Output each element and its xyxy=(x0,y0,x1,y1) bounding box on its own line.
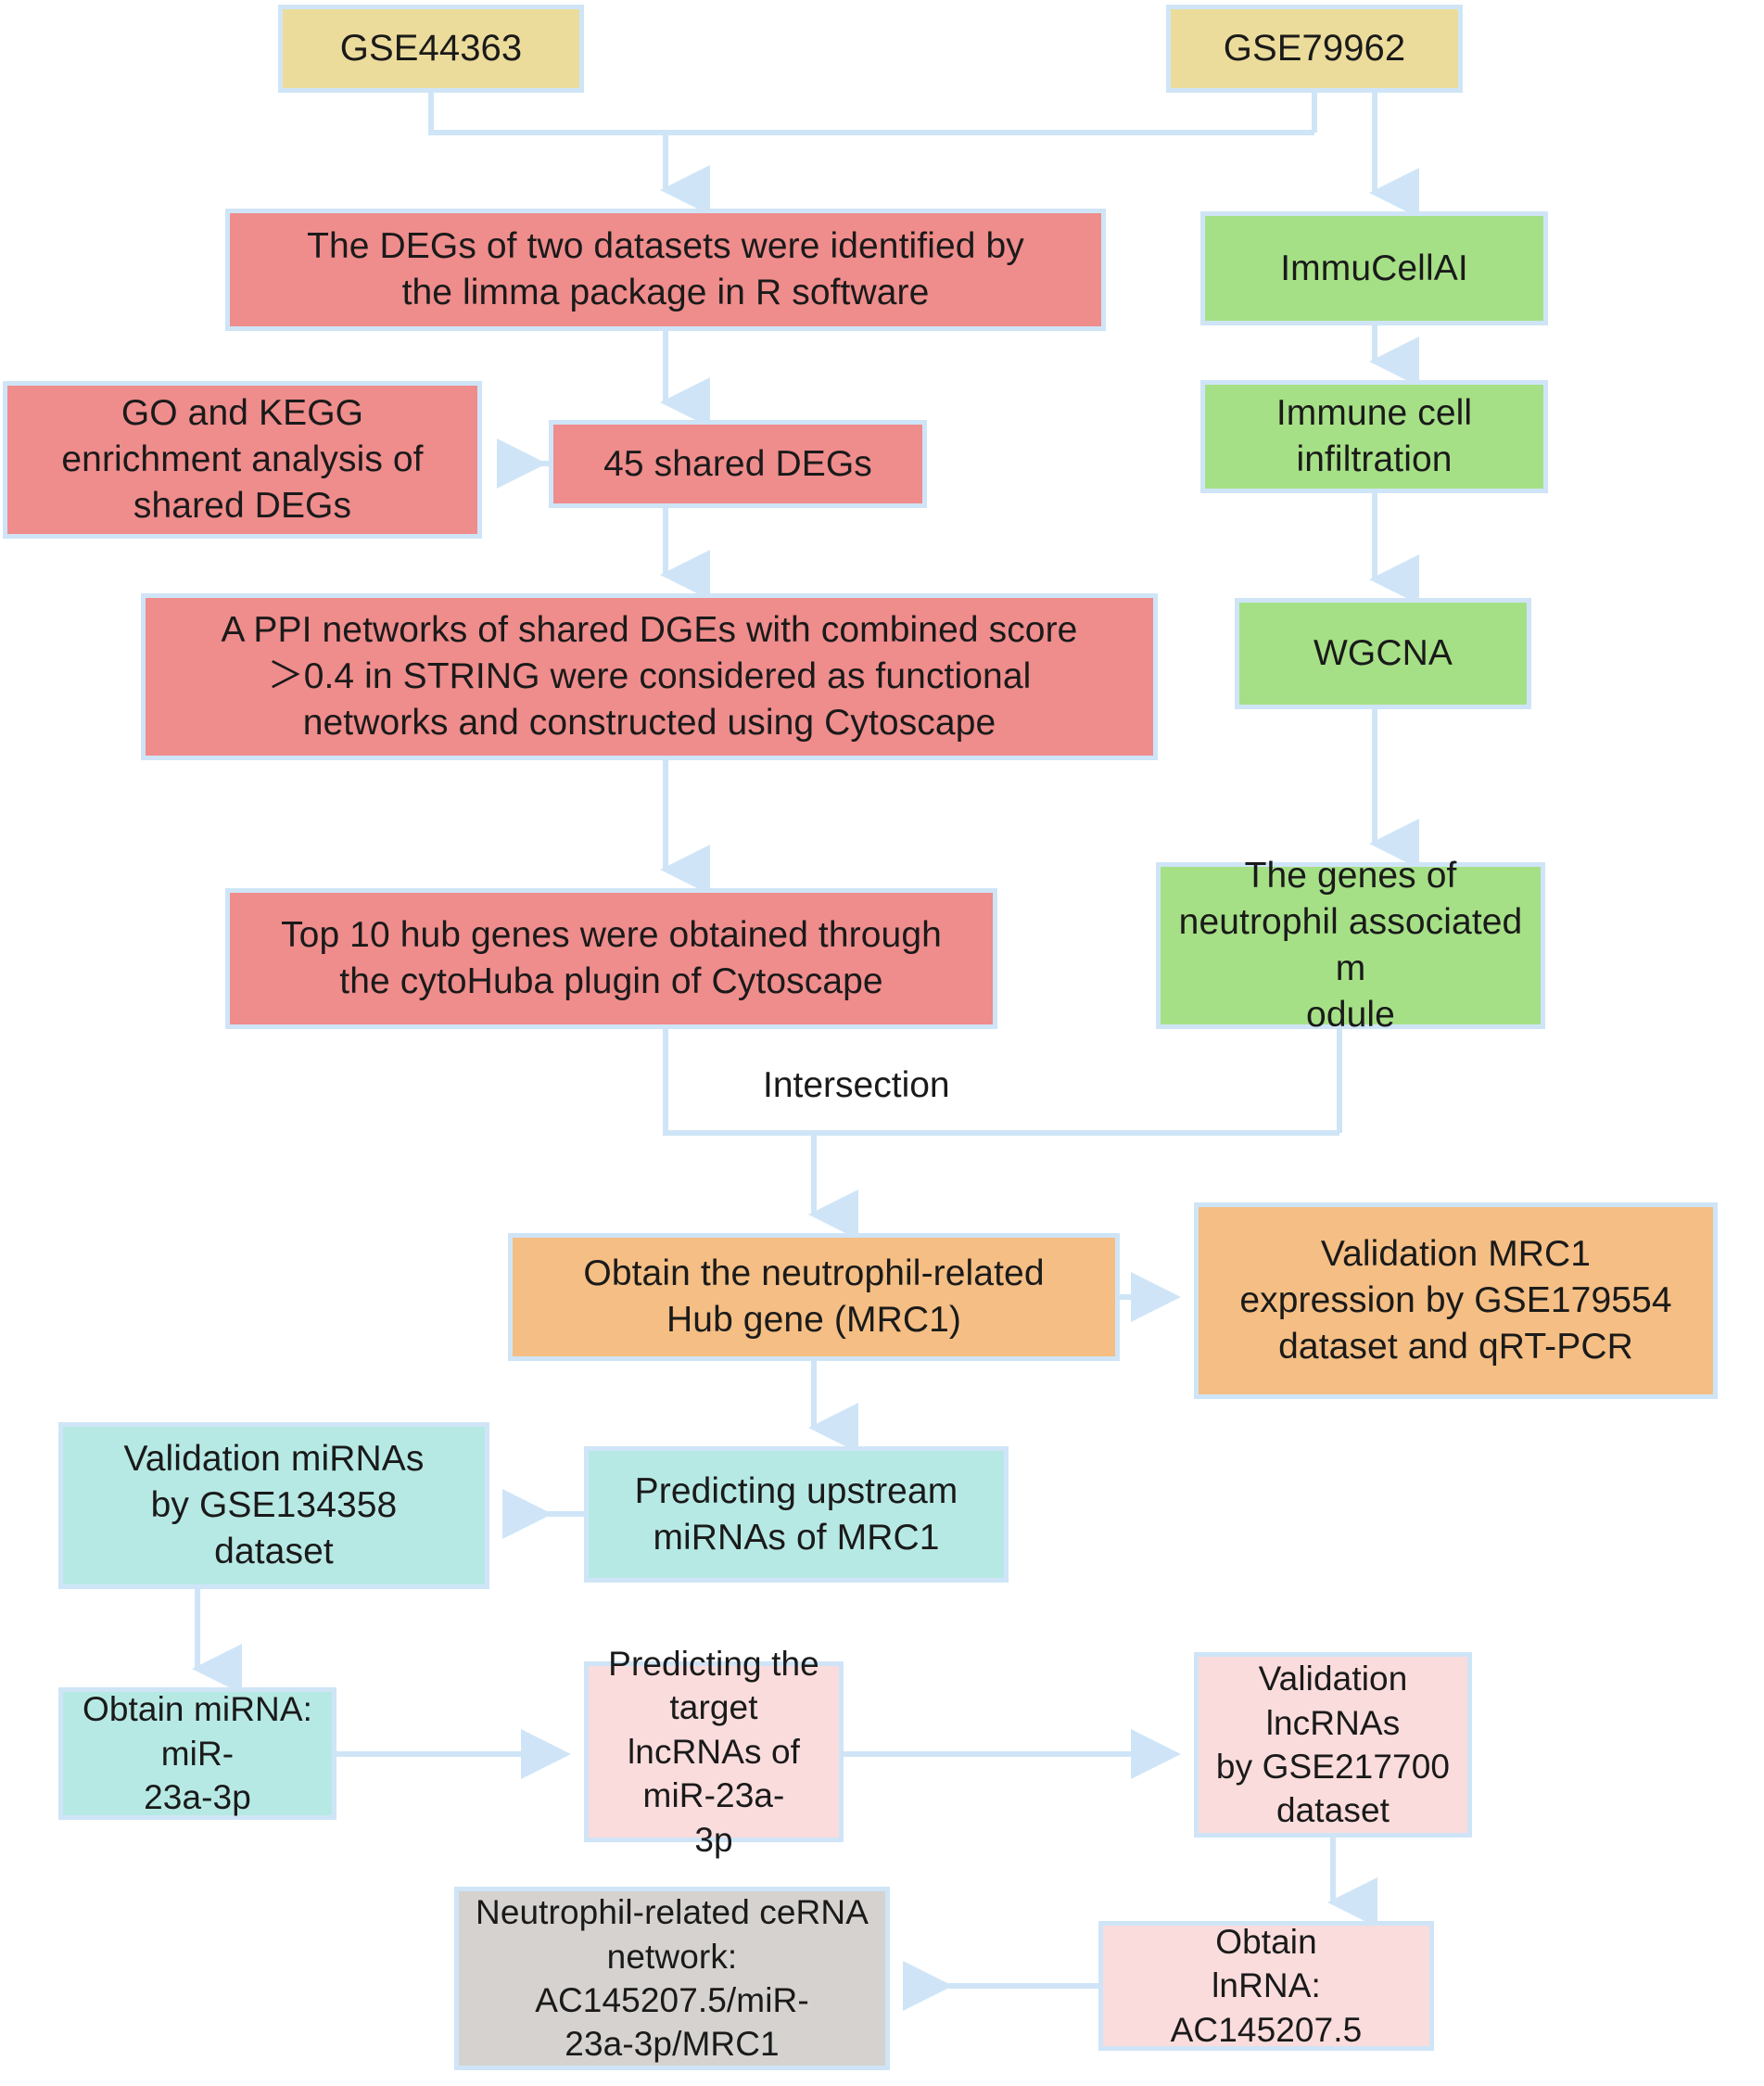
node-ppi[interactable]: A PPI networks of shared DGEs with combi… xyxy=(141,593,1158,760)
node-label-hubmrc1: Obtain the neutrophil-related Hub gene (… xyxy=(583,1253,1045,1340)
flowchart-canvas: GSE44363 GSE79962 The DEGs of two datasets… xyxy=(0,0,1764,2086)
node-wgcna[interactable]: WGCNA xyxy=(1235,598,1531,709)
node-label-cernanet: Neutrophil-related ceRNA network: AC1452… xyxy=(476,1893,869,2064)
node-label-immucellai: ImmuCellAI xyxy=(1280,248,1468,288)
node-immunecell[interactable]: Immune cell infiltration xyxy=(1200,380,1548,493)
node-label-immunecell: Immune cell infiltration xyxy=(1275,393,1473,479)
node-neutmodule[interactable]: The genes of neutrophil associated m odu… xyxy=(1156,856,1545,1035)
node-cernanet[interactable]: Neutrophil-related ceRNA network: AC1452… xyxy=(454,1887,890,2070)
node-gse79962[interactable]: GSE79962 xyxy=(1166,5,1463,93)
node-label-predlncrna: Predicting the target lncRNAs of miR-23a… xyxy=(608,1645,819,1859)
node-label-wgcna: WGCNA xyxy=(1313,633,1453,674)
node-label-shareddegs: 45 shared DEGs xyxy=(603,443,872,484)
node-obtmirna[interactable]: Obtain miRNA: miR- 23a-3p xyxy=(58,1687,336,1820)
node-label-obtmirna: Obtain miRNA: miR- 23a-3p xyxy=(82,1690,313,1817)
node-predlncrna[interactable]: Predicting the target lncRNAs of miR-23a… xyxy=(584,1645,844,1859)
node-gokegg[interactable]: GO and KEGG enrichment analysis of share… xyxy=(3,381,482,539)
node-label-hubgenes: Top 10 hub genes were obtained through t… xyxy=(281,915,942,1001)
node-label-gse79962: GSE79962 xyxy=(1223,27,1406,69)
node-obtlncrna[interactable]: Obtain lnRNA: AC145207.5 xyxy=(1098,1921,1434,2051)
node-label-valmrc1: Validation MRC1 expression by GSE179554 … xyxy=(1239,1234,1672,1367)
node-predmirna[interactable]: Predicting upstream miRNAs of MRC1 xyxy=(584,1446,1009,1583)
node-valmrc1[interactable]: Validation MRC1 expression by GSE179554 … xyxy=(1194,1202,1718,1399)
node-immucellai[interactable]: ImmuCellAI xyxy=(1200,211,1548,325)
node-shareddegs[interactable]: 45 shared DEGs xyxy=(549,420,927,508)
node-vallncrna[interactable]: Validation lncRNAs by GSE217700 dataset xyxy=(1194,1652,1472,1838)
node-label-degs: The DEGs of two datasets were identified… xyxy=(307,226,1024,312)
node-hubgenes[interactable]: Top 10 hub genes were obtained through t… xyxy=(225,888,997,1029)
node-label-vallncrna: Validation lncRNAs by GSE217700 dataset xyxy=(1215,1660,1451,1830)
edge-gse44363-to-merge xyxy=(428,93,1314,135)
node-label-valmirna: Validation miRNAs by GSE134358 dataset xyxy=(123,1439,425,1571)
edge-label-intersection: Intersection xyxy=(763,1065,950,1105)
node-label-ppi: A PPI networks of shared DGEs with combi… xyxy=(221,610,1078,743)
node-valmirna[interactable]: Validation miRNAs by GSE134358 dataset xyxy=(58,1422,489,1589)
node-label-neutmodule: The genes of neutrophil associated m odu… xyxy=(1178,856,1523,1035)
node-gse44363[interactable]: GSE44363 xyxy=(278,5,584,93)
node-degs[interactable]: The DEGs of two datasets were identified… xyxy=(225,209,1106,331)
node-label-predmirna: Predicting upstream miRNAs of MRC1 xyxy=(634,1470,958,1558)
node-label-gokegg: GO and KEGG enrichment analysis of share… xyxy=(61,393,424,526)
node-label-gse44363: GSE44363 xyxy=(339,27,523,69)
node-label-obtlncrna: Obtain lnRNA: AC145207.5 xyxy=(1170,1922,1363,2049)
node-hubmrc1[interactable]: Obtain the neutrophil-related Hub gene (… xyxy=(508,1233,1120,1361)
